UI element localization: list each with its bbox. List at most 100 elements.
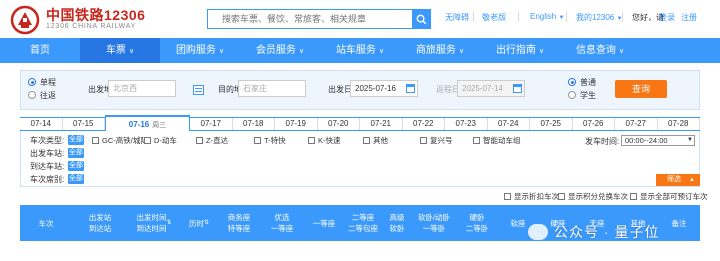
train-type-z-checkbox[interactable]	[196, 137, 203, 144]
train-type-gc-checkbox[interactable]	[92, 137, 99, 144]
calendar-icon[interactable]	[406, 84, 415, 93]
search-input[interactable]	[208, 10, 412, 28]
train-type-d-checkbox[interactable]	[144, 137, 151, 144]
divider	[518, 11, 519, 22]
date-tab[interactable]: 07-18	[233, 118, 275, 130]
results-column-header: 硬卧 二等卧	[456, 205, 498, 241]
my12306-label: 我的12306	[576, 13, 615, 22]
date-tab[interactable]: 07-19	[275, 118, 318, 130]
train-type-t-label: T-特快	[264, 136, 286, 145]
date-tab[interactable]: 07-15	[63, 118, 105, 130]
nav-item-label: 站车服务	[335, 45, 376, 56]
round-trip-radio[interactable]	[28, 91, 36, 99]
from-station-field[interactable]: 北京西	[108, 80, 176, 97]
ticket-normal-radio[interactable]	[568, 78, 576, 86]
date-tab[interactable]: 07-14	[20, 118, 63, 130]
nav-item-business[interactable]: 商旅服务 ∨	[400, 38, 480, 63]
all-arrive-stations-button[interactable]: 全部	[68, 161, 84, 171]
search-button[interactable]	[412, 10, 430, 28]
date-tab[interactable]: 07-20	[318, 118, 360, 130]
results-column-header[interactable]: 历时 ⇅	[180, 205, 218, 241]
senior-mode-link[interactable]: 敬老版	[482, 12, 506, 23]
nav-item-member[interactable]: 会员服务 ∨	[240, 38, 320, 63]
date-tab[interactable]: 07-17	[190, 118, 233, 130]
results-column-header[interactable]: 出发时间 到达时间 ⇅	[128, 205, 180, 241]
date-tab-label: 07-18	[243, 119, 264, 128]
date-tab[interactable]: 07-26	[573, 118, 615, 130]
register-link[interactable]: 注册	[681, 12, 697, 23]
date-tab[interactable]: 07-25	[530, 118, 573, 130]
all-depart-stations-button[interactable]: 全部	[68, 148, 84, 158]
depart-time-select[interactable]: 00:00--24:00 ▼	[621, 135, 695, 146]
train-type-k-checkbox[interactable]	[308, 137, 315, 144]
nav-item-label: 信息查询	[575, 45, 616, 56]
nav-item-info[interactable]: 信息查询 ∨	[560, 38, 640, 63]
nav-item-label: 商旅服务	[415, 45, 456, 56]
column-sublabel: 一等座	[270, 224, 294, 233]
my12306-link[interactable]: 我的12306 ▼	[576, 12, 622, 23]
language-link[interactable]: English ▼	[530, 12, 564, 21]
query-button[interactable]: 查询	[615, 80, 667, 98]
date-tab[interactable]: 07-24	[488, 118, 530, 130]
filter-collapse-button[interactable]: 筛选 ▲	[656, 174, 700, 186]
one-way-radio[interactable]	[28, 78, 36, 86]
discount-checkbox[interactable]	[504, 193, 511, 200]
date-tabs: 07-14 07-15 07-16 周三 07-17 07-18 07-19 07-20 07-…	[20, 115, 700, 131]
header: 中国铁路12306 12306 CHINA RAILWAY 无障碍 敬老版 En…	[0, 0, 720, 38]
train-type-t-checkbox[interactable]	[254, 137, 261, 144]
train-type-smart-checkbox[interactable]	[473, 137, 480, 144]
column-sublabel: 特等座	[227, 224, 251, 233]
search-icon	[416, 14, 426, 24]
results-column-header: 高级 软卧	[382, 205, 412, 241]
sort-icon[interactable]: ⇅	[166, 218, 171, 229]
date-tab[interactable]: 07-16 周三	[105, 115, 190, 131]
railway-logo-icon[interactable]	[10, 5, 40, 35]
date-tab[interactable]: 07-23	[445, 118, 488, 130]
brand-title: 中国铁路12306	[46, 7, 146, 23]
date-tab[interactable]: 07-22	[403, 118, 445, 130]
column-label: 出发时间	[136, 213, 167, 222]
train-type-fuxing-checkbox[interactable]	[420, 137, 427, 144]
date-tab-label: 07-14	[30, 119, 51, 128]
date-tab[interactable]: 07-27	[615, 118, 658, 130]
ticket-student-label: 学生	[580, 91, 596, 100]
all-seat-types-button[interactable]: 全部	[68, 174, 84, 184]
depart-time-value: 00:00--24:00	[625, 136, 668, 145]
ticket-normal-label: 普通	[580, 78, 596, 87]
to-station-field[interactable]: 石家庄	[238, 80, 306, 97]
calendar-icon[interactable]	[513, 84, 522, 93]
chevron-down-icon: ∨	[458, 48, 465, 55]
all-bookable-checkbox[interactable]	[630, 193, 637, 200]
ticket-student-radio[interactable]	[568, 91, 576, 99]
results-column-header: 二等座 二等包座	[344, 205, 382, 241]
points-checkbox[interactable]	[558, 193, 565, 200]
swap-stations-icon[interactable]	[193, 85, 204, 95]
column-sublabel: 一等卧	[422, 224, 446, 233]
date-tab[interactable]: 07-28	[658, 118, 700, 130]
nav-item-group[interactable]: 团购服务 ∨	[160, 38, 240, 63]
date-tab[interactable]: 07-21	[360, 118, 403, 130]
date-tab-label: 07-17	[200, 119, 221, 128]
sort-icon[interactable]: ⇅	[204, 218, 209, 229]
column-label: 优选	[274, 213, 290, 222]
nav-item-station[interactable]: 站车服务 ∨	[320, 38, 400, 63]
date-tab-label: 07-20	[328, 119, 349, 128]
nav-item-tickets[interactable]: 车票 ∨	[80, 38, 160, 63]
all-train-types-button[interactable]: 全部	[68, 135, 84, 145]
date-tab-label: 07-28	[668, 119, 689, 128]
page: 中国铁路12306 12306 CHINA RAILWAY 无障碍 敬老版 En…	[0, 0, 720, 261]
train-type-other-label: 其他	[373, 136, 388, 145]
date-tab-label: 07-21	[370, 119, 391, 128]
column-labels: 历时	[189, 218, 204, 229]
login-link[interactable]: 登录	[659, 12, 675, 23]
nav-item-home[interactable]: 首页	[0, 38, 80, 63]
round-trip-label: 往返	[40, 91, 56, 100]
train-type-gc-label: GC-高铁/城际	[102, 136, 148, 145]
barrier-free-link[interactable]: 无障碍	[445, 12, 469, 23]
discount-label: 显示折扣车次	[514, 192, 559, 201]
nav-item-guide[interactable]: 出行指南 ∨	[480, 38, 560, 63]
watermark: 公众号 · 量子位	[528, 221, 704, 243]
column-label: 硬卧	[469, 213, 485, 222]
train-type-other-checkbox[interactable]	[363, 137, 370, 144]
seat-type-label: 车次席别:	[30, 175, 65, 184]
